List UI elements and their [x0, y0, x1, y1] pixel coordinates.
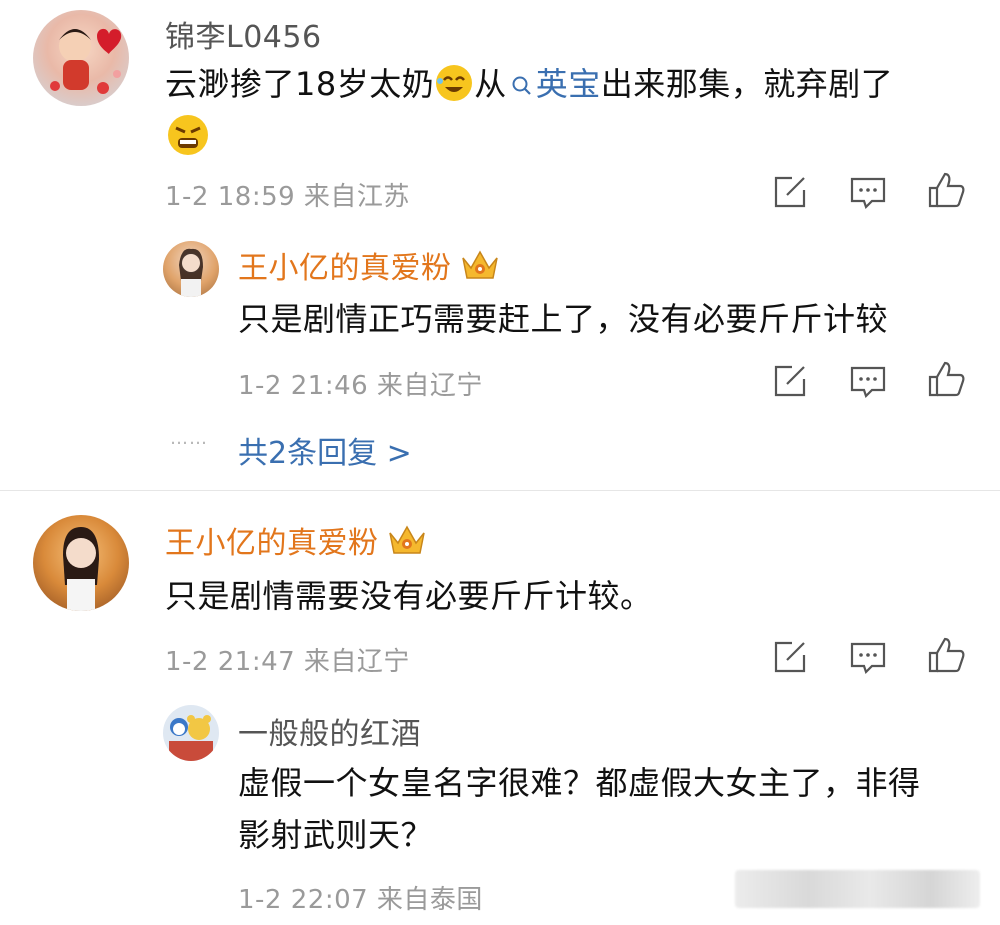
avatar-cartoon-icon	[50, 28, 122, 94]
crown-badge-icon	[460, 248, 500, 290]
avatar[interactable]	[163, 705, 219, 761]
edit-icon[interactable]	[770, 172, 810, 212]
divider	[0, 490, 1000, 491]
reply-meta: 1-2 22:07 来自泰国	[238, 885, 483, 915]
search-icon	[512, 76, 531, 95]
edit-icon[interactable]	[770, 637, 810, 677]
reply-meta: 1-2 21:46 来自辽宁	[238, 371, 483, 401]
comment-username-label[interactable]: 王小亿的真爱粉	[165, 526, 379, 561]
reply-text-line2: 影射武则天？	[238, 816, 434, 854]
topic-link[interactable]: 英宝	[511, 65, 601, 103]
comment-text: 云渺掺了18岁太奶 从英宝出来那集，就弃剧了	[165, 59, 893, 117]
angry-emoji-icon	[165, 112, 211, 162]
blurred-action-bar	[735, 870, 980, 908]
comment-meta: 1-2 21:47 来自辽宁	[165, 647, 410, 677]
avatar[interactable]	[33, 515, 129, 611]
edit-icon[interactable]	[770, 361, 810, 401]
like-icon[interactable]	[926, 635, 966, 675]
comment-icon[interactable]	[848, 637, 888, 677]
reply-username[interactable]: 王小亿的真爱粉	[238, 243, 500, 290]
comment-text: 只是剧情需要没有必要斤斤计较。	[165, 577, 653, 615]
comment-icon[interactable]	[848, 172, 888, 212]
comment-text-part: 出来那集，就弃剧了	[600, 65, 894, 103]
laughing-emoji-icon	[434, 63, 474, 117]
reply-text-line1: 虚假一个女皇名字很难？都虚假大女主了，非得	[238, 764, 921, 802]
comment-text-part: 从	[474, 65, 507, 103]
comment-text-part: 云渺掺了18岁太奶	[165, 65, 435, 103]
more-replies-link[interactable]: 共2条回复 >	[238, 428, 412, 472]
like-icon[interactable]	[926, 359, 966, 399]
reply-username[interactable]: 一般般的红酒	[238, 709, 421, 753]
reply-username-label[interactable]: 王小亿的真爱粉	[238, 251, 452, 286]
like-icon[interactable]	[926, 170, 966, 210]
comment-username[interactable]: 王小亿的真爱粉	[165, 518, 427, 565]
comment-username[interactable]: 锦李L0456	[165, 12, 322, 56]
comment-meta: 1-2 18:59 来自江苏	[165, 182, 410, 212]
more-replies-dots: ……	[170, 428, 208, 449]
avatar[interactable]	[33, 10, 129, 106]
avatar[interactable]	[163, 241, 219, 297]
avatar-plush-toys-icon	[169, 715, 213, 761]
topic-link-label[interactable]: 英宝	[536, 65, 601, 103]
crown-badge-icon	[387, 523, 427, 565]
reply-text: 只是剧情正巧需要赶上了，没有必要斤斤计较	[238, 300, 889, 338]
comment-icon[interactable]	[848, 361, 888, 401]
avatar-portrait-icon	[179, 248, 203, 297]
avatar-portrait-icon	[63, 527, 99, 611]
